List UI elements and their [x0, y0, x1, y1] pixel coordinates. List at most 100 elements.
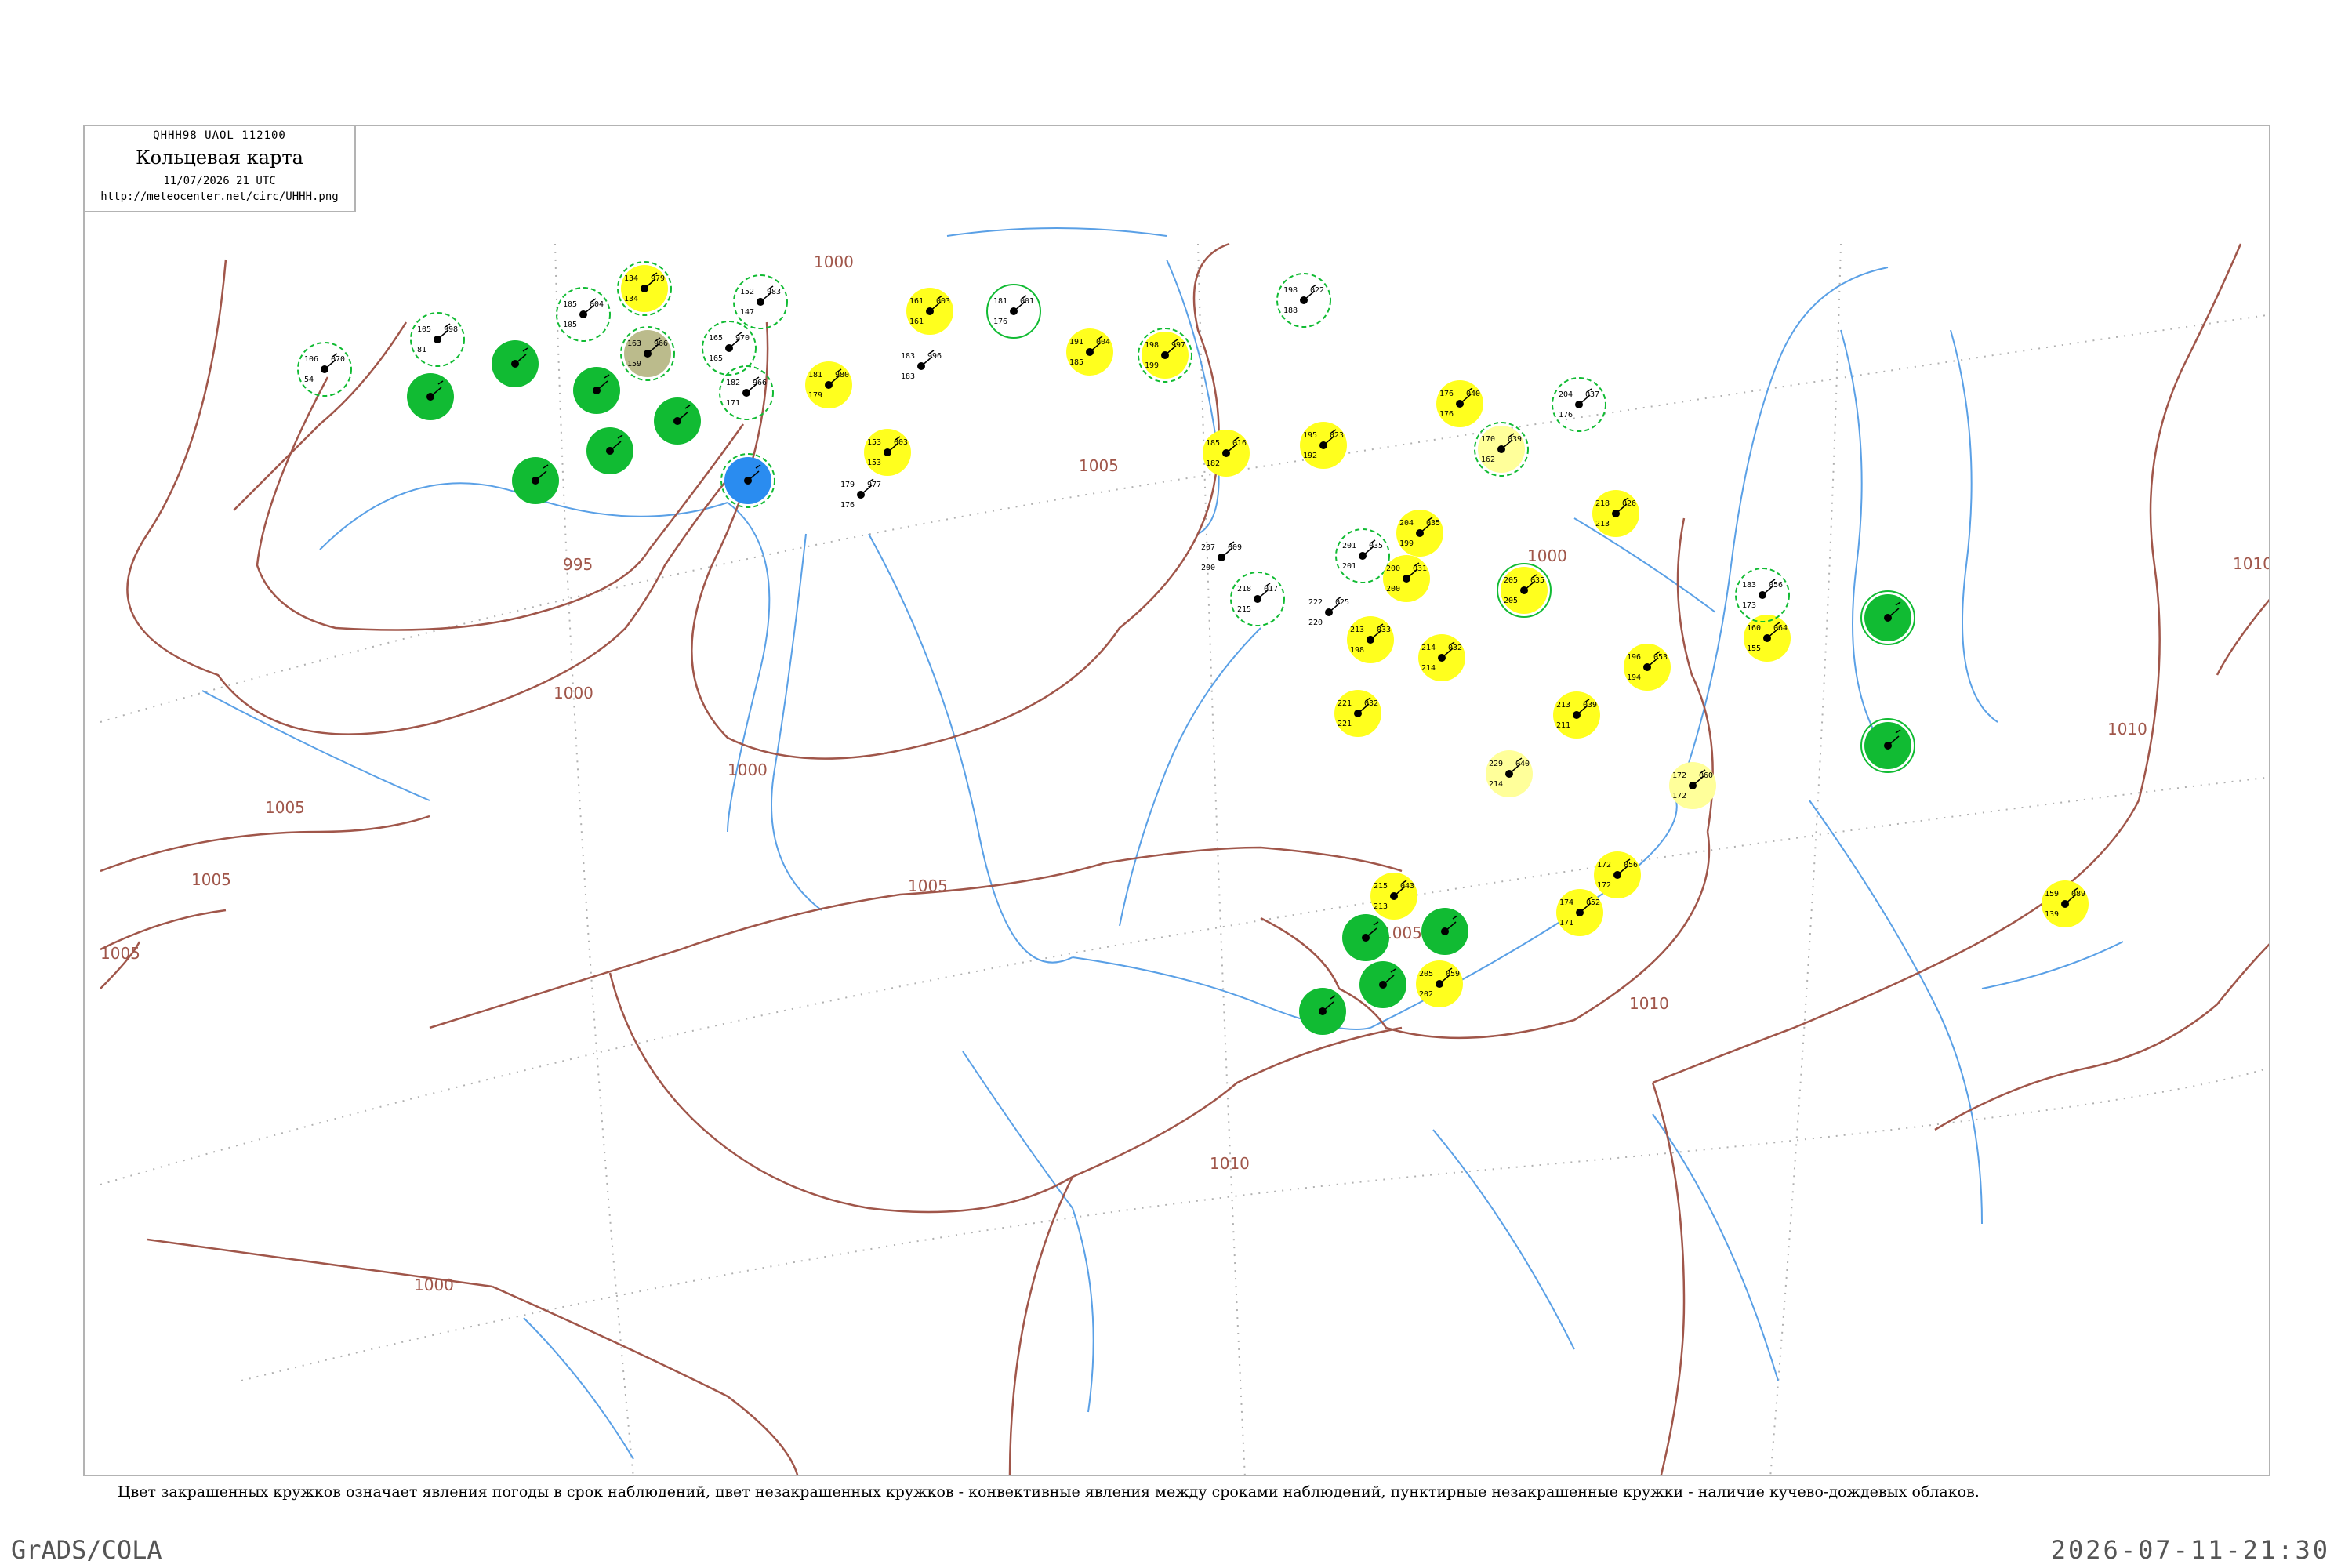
station-plot[interactable]: 105 004 105 — [556, 287, 611, 342]
station-plot[interactable]: 204 035 199 — [1396, 510, 1443, 557]
station-plot[interactable] — [573, 367, 620, 414]
station-pressure: 016 — [1232, 439, 1247, 448]
station-temperature: 105 — [563, 300, 577, 309]
station-plot[interactable] — [407, 373, 454, 420]
station-temperature: 161 — [909, 297, 924, 306]
station-plot[interactable]: 195 023 192 — [1300, 422, 1347, 469]
station-dewpoint: 172 — [1597, 881, 1611, 890]
station-plot[interactable]: 181 001 176 — [986, 284, 1041, 339]
station-plot[interactable]: 204 037 176 — [1552, 377, 1606, 432]
station-dewpoint: 171 — [1559, 919, 1573, 927]
station-plot[interactable]: 106 070 54 — [297, 342, 352, 397]
station-dewpoint: 172 — [1672, 792, 1686, 800]
station-pressure: 966 — [654, 339, 668, 348]
station-pressure: 980 — [835, 371, 849, 379]
station-plot[interactable]: 218 026 213 — [1592, 490, 1639, 537]
station-plot[interactable] — [720, 453, 775, 508]
station-temperature: 152 — [740, 288, 754, 296]
station-plot[interactable] — [654, 397, 701, 445]
station-plot[interactable]: 205 035 205 — [1497, 563, 1552, 618]
station-pressure: 040 — [1515, 760, 1530, 768]
footer-credit: GrADS/COLA — [11, 1535, 162, 1565]
station-temperature: 172 — [1672, 771, 1686, 780]
station-plot[interactable]: 153 003 153 — [864, 429, 911, 476]
station-plot[interactable]: 174 052 171 — [1556, 889, 1603, 936]
station-temperature: 179 — [840, 481, 855, 489]
station-plot[interactable] — [1421, 908, 1468, 955]
station-plot[interactable]: 179 977 176 — [840, 478, 881, 510]
station-plot[interactable]: 159 089 139 — [2042, 880, 2089, 927]
station-temperature: 204 — [1399, 519, 1414, 528]
station-plot[interactable]: 218 017 215 — [1230, 572, 1285, 626]
station-plot[interactable]: 221 032 221 — [1334, 690, 1381, 737]
station-plot[interactable]: 183 996 183 — [901, 350, 942, 381]
station-plot[interactable]: 161 003 161 — [906, 288, 953, 335]
station-temperature: 213 — [1350, 626, 1364, 634]
station-plot[interactable]: 183 056 173 — [1735, 568, 1790, 622]
station-plot[interactable]: 229 040 214 — [1486, 750, 1533, 797]
station-plot[interactable]: 198 022 188 — [1276, 273, 1331, 328]
map-canvas[interactable]: 1000 995 1000 1000 1005 1005 1005 1005 1… — [85, 126, 2270, 1476]
station-plot[interactable]: 172 056 172 — [1594, 851, 1641, 898]
station-temperature: 172 — [1597, 861, 1611, 869]
station-plot[interactable]: 176 040 176 — [1436, 380, 1483, 427]
station-plot[interactable]: 185 016 182 — [1203, 430, 1250, 477]
station-plot[interactable]: 205 059 202 — [1416, 960, 1463, 1007]
station-plot[interactable] — [1359, 961, 1406, 1008]
station-dewpoint: 214 — [1421, 664, 1436, 673]
station-plot[interactable]: 213 039 211 — [1553, 691, 1600, 739]
station-plot[interactable]: 222 025 220 — [1308, 596, 1349, 627]
station-plot[interactable]: 201 035 201 — [1335, 528, 1390, 583]
station-dewpoint: 54 — [304, 376, 314, 384]
station-pressure: 059 — [1446, 970, 1460, 978]
station-pressure: 043 — [1400, 882, 1414, 891]
station-plot[interactable]: 198 997 199 — [1138, 328, 1192, 383]
station-temperature: 204 — [1559, 390, 1573, 399]
station-plot[interactable] — [1342, 914, 1389, 961]
station-dewpoint: 201 — [1342, 562, 1356, 571]
map-title: Кольцевая карта — [136, 147, 303, 169]
station-plot[interactable]: 213 033 198 — [1347, 616, 1394, 663]
station-plot[interactable]: 191 004 185 — [1066, 328, 1113, 376]
station-pressure: 035 — [1369, 542, 1383, 550]
station-plot[interactable] — [586, 427, 633, 474]
station-temperature: 201 — [1342, 542, 1356, 550]
station-plot[interactable] — [512, 457, 559, 504]
map-url[interactable]: http://meteocenter.net/circ/UHHH.png — [85, 191, 354, 203]
map-frame: 1000 995 1000 1000 1005 1005 1005 1005 1… — [83, 125, 2270, 1476]
station-temperature: 200 — [1386, 564, 1400, 573]
isobar-label: 1000 — [554, 684, 593, 702]
station-plot[interactable]: 163 966 159 — [620, 326, 675, 381]
isobar-label: 1010 — [1629, 994, 1669, 1013]
station-plot[interactable]: 214 032 214 — [1418, 634, 1465, 681]
station-temperature: 106 — [304, 355, 318, 364]
station-pressure: 004 — [590, 300, 604, 309]
station-plot[interactable] — [1860, 718, 1915, 773]
station-pressure: 017 — [1264, 585, 1278, 593]
station-temperature: 182 — [726, 379, 740, 387]
station-plot[interactable]: 170 039 162 — [1474, 422, 1529, 477]
station-plot[interactable]: 207 009 200 — [1201, 541, 1242, 572]
station-plot[interactable]: 134 979 134 — [617, 261, 672, 316]
station-dewpoint: 165 — [709, 354, 723, 363]
station-temperature: 196 — [1627, 653, 1641, 662]
station-plot[interactable]: 196 053 194 — [1624, 644, 1671, 691]
station-plot[interactable] — [1299, 988, 1346, 1035]
station-dewpoint: 198 — [1350, 646, 1364, 655]
station-pressure: 998 — [444, 325, 458, 334]
station-pressure: 039 — [1583, 701, 1597, 710]
station-pressure: 996 — [927, 352, 942, 361]
isobar-label: 1005 — [191, 870, 231, 889]
station-plot[interactable]: 215 043 213 — [1370, 873, 1417, 920]
station-dewpoint: 182 — [1206, 459, 1220, 468]
station-plot[interactable]: 181 980 179 — [805, 361, 852, 408]
station-plot[interactable]: 152 983 147 — [733, 274, 788, 329]
station-plot[interactable]: 105 998 81 — [410, 312, 465, 367]
station-plot[interactable]: 200 031 200 — [1383, 555, 1430, 602]
station-dewpoint: 139 — [2045, 910, 2059, 919]
station-plot[interactable]: 160 064 155 — [1744, 615, 1791, 662]
station-plot[interactable]: 172 060 172 — [1669, 762, 1716, 809]
station-plot[interactable] — [1860, 590, 1915, 645]
station-plot[interactable] — [492, 340, 539, 387]
station-pressure: 053 — [1653, 653, 1668, 662]
